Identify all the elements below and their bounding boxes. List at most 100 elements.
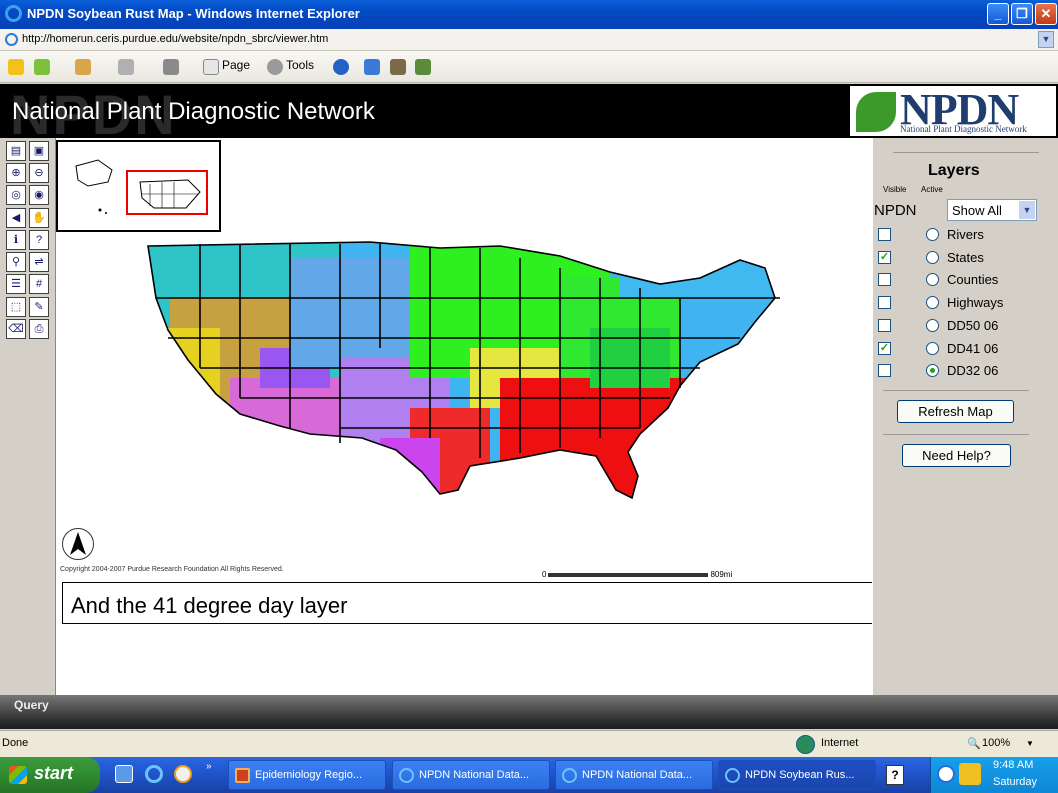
close-button[interactable]: ✕ <box>1035 3 1057 25</box>
active-radio-dd41[interactable] <box>926 342 939 355</box>
chevron-right-icon[interactable]: » <box>206 761 212 772</box>
find-binoculars-icon[interactable]: ⚲ <box>6 252 26 272</box>
divider <box>893 152 1039 153</box>
zoom-in-icon[interactable]: ⊕ <box>6 163 26 183</box>
measure-icon[interactable]: ⇌ <box>29 252 49 272</box>
chevron-down-icon[interactable]: ▼ <box>1019 201 1035 219</box>
feeds-icon[interactable] <box>118 59 134 75</box>
quicklaunch-media-icon[interactable] <box>174 765 192 783</box>
active-radio-dd50[interactable] <box>926 319 939 332</box>
blog-icon[interactable] <box>415 59 431 75</box>
quicklaunch-desktop-icon[interactable] <box>115 765 133 783</box>
visible-checkbox-rivers[interactable] <box>878 228 891 241</box>
npdn-logo: NPDN National Plant Diagnostic Network <box>850 85 1056 136</box>
toggle-legend-icon[interactable]: ▤ <box>6 141 26 161</box>
start-button[interactable]: start <box>0 757 100 793</box>
research-icon[interactable] <box>364 59 380 75</box>
select-rectangle-icon[interactable]: ⬚ <box>6 297 26 317</box>
visible-checkbox-states[interactable]: ✓ <box>878 251 891 264</box>
scale-start: 0 <box>542 570 547 579</box>
clock-day[interactable]: Saturday <box>993 776 1037 788</box>
scale-bar: 0 809mi <box>542 570 732 579</box>
visible-checkbox-counties[interactable] <box>878 273 891 286</box>
refresh-map-button[interactable]: Refresh Map <box>897 400 1014 423</box>
npdn-banner: NPDN National Plant Diagnostic Network N… <box>0 83 1058 146</box>
overview-extent-box[interactable] <box>126 170 208 215</box>
query-icon[interactable]: ? <box>29 230 49 250</box>
print-map-icon[interactable]: ⎙ <box>29 319 49 339</box>
favorites-star-icon[interactable] <box>8 59 24 75</box>
us-degree-day-map[interactable] <box>140 238 785 500</box>
clear-selection-icon[interactable]: ⌫ <box>6 319 26 339</box>
show-select-value: Show All <box>952 203 1002 218</box>
zone-text: Internet <box>821 737 859 749</box>
task-label: Epidemiology Regio... <box>255 769 363 781</box>
quicklaunch-ie-icon[interactable] <box>145 765 163 783</box>
visible-header: Visible <box>883 185 907 194</box>
window-title: NPDN Soybean Rust Map - Windows Internet… <box>27 6 360 21</box>
page-menu[interactable]: Page <box>222 58 250 72</box>
task-button-active[interactable]: NPDN Soybean Rus... <box>718 760 876 790</box>
leaf-icon <box>856 92 896 132</box>
active-header: Active <box>921 185 943 194</box>
layer-label-highways: Highways <box>947 295 1004 310</box>
query-bar[interactable]: Query <box>0 695 1058 729</box>
overview-map[interactable] <box>56 140 221 232</box>
status-text: Done <box>2 737 29 749</box>
minimize-button[interactable]: _ <box>987 3 1009 25</box>
gear-icon[interactable] <box>267 59 283 75</box>
task-button[interactable]: Epidemiology Regio... <box>228 760 386 790</box>
task-button[interactable]: NPDN National Data... <box>555 760 713 790</box>
clock-time[interactable]: 9:48 AM <box>993 759 1033 771</box>
active-radio-counties[interactable] <box>926 273 939 286</box>
tools-menu[interactable]: Tools <box>286 58 314 72</box>
visible-checkbox-dd32[interactable] <box>878 364 891 377</box>
full-extent-icon[interactable]: ◎ <box>6 185 26 205</box>
add-favorites-icon[interactable] <box>34 59 50 75</box>
address-dropdown-icon[interactable]: ▼ <box>1038 31 1054 48</box>
help-icon[interactable] <box>333 59 349 75</box>
url-text[interactable]: http://homerun.ceris.purdue.edu/website/… <box>22 33 328 45</box>
banner-title: National Plant Diagnostic Network <box>12 98 375 125</box>
need-help-button[interactable]: Need Help? <box>902 444 1011 467</box>
grid-icon[interactable]: # <box>29 274 49 294</box>
visible-checkbox-dd50[interactable] <box>878 319 891 332</box>
zoom-out-icon[interactable]: ⊖ <box>29 163 49 183</box>
zoom-dropdown-icon[interactable]: ▼ <box>1026 739 1034 748</box>
logo-subtext: National Plant Diagnostic Network <box>900 124 1027 134</box>
select-shape-icon[interactable]: ✎ <box>29 297 49 317</box>
zoom-icon[interactable]: 🔍 <box>967 737 981 750</box>
maximize-button[interactable]: ❐ <box>1011 3 1033 25</box>
active-radio-rivers[interactable] <box>926 228 939 241</box>
zoom-level[interactable]: 100% <box>982 737 1010 749</box>
active-radio-dd32[interactable] <box>926 364 939 377</box>
address-bar[interactable]: http://homerun.ceris.purdue.edu/website/… <box>0 29 1058 51</box>
tray-back-icon[interactable] <box>937 765 955 783</box>
back-icon[interactable]: ◀ <box>6 208 26 228</box>
layer-label-dd41: DD41 06 <box>947 341 999 356</box>
ie-icon <box>562 768 577 783</box>
windows-logo-icon <box>9 766 27 784</box>
visible-checkbox-dd41[interactable]: ✓ <box>878 342 891 355</box>
layer-label-rivers: Rivers <box>947 227 984 242</box>
start-label: start <box>34 763 74 783</box>
tray-network-icon[interactable] <box>959 763 981 785</box>
ie-icon <box>725 768 740 783</box>
active-radio-highways[interactable] <box>926 296 939 309</box>
identify-icon[interactable]: ℹ <box>6 230 26 250</box>
query-label: Query <box>14 698 49 712</box>
toggle-overview-icon[interactable]: ▣ <box>29 141 49 161</box>
show-select[interactable]: Show All ▼ <box>947 199 1037 221</box>
home-icon[interactable] <box>75 59 91 75</box>
select-list-icon[interactable]: ☰ <box>6 274 26 294</box>
help-icon[interactable]: ? <box>886 765 904 785</box>
visible-checkbox-highways[interactable] <box>878 296 891 309</box>
title-bar: NPDN Soybean Rust Map - Windows Internet… <box>0 0 1058 29</box>
zoom-active-icon[interactable]: ◉ <box>29 185 49 205</box>
print-icon[interactable] <box>163 59 179 75</box>
task-button[interactable]: NPDN National Data... <box>392 760 550 790</box>
page-menu-icon[interactable] <box>203 59 219 75</box>
messenger-icon[interactable] <box>390 59 406 75</box>
pan-hand-icon[interactable]: ✋ <box>29 208 49 228</box>
active-radio-states[interactable] <box>926 251 939 264</box>
